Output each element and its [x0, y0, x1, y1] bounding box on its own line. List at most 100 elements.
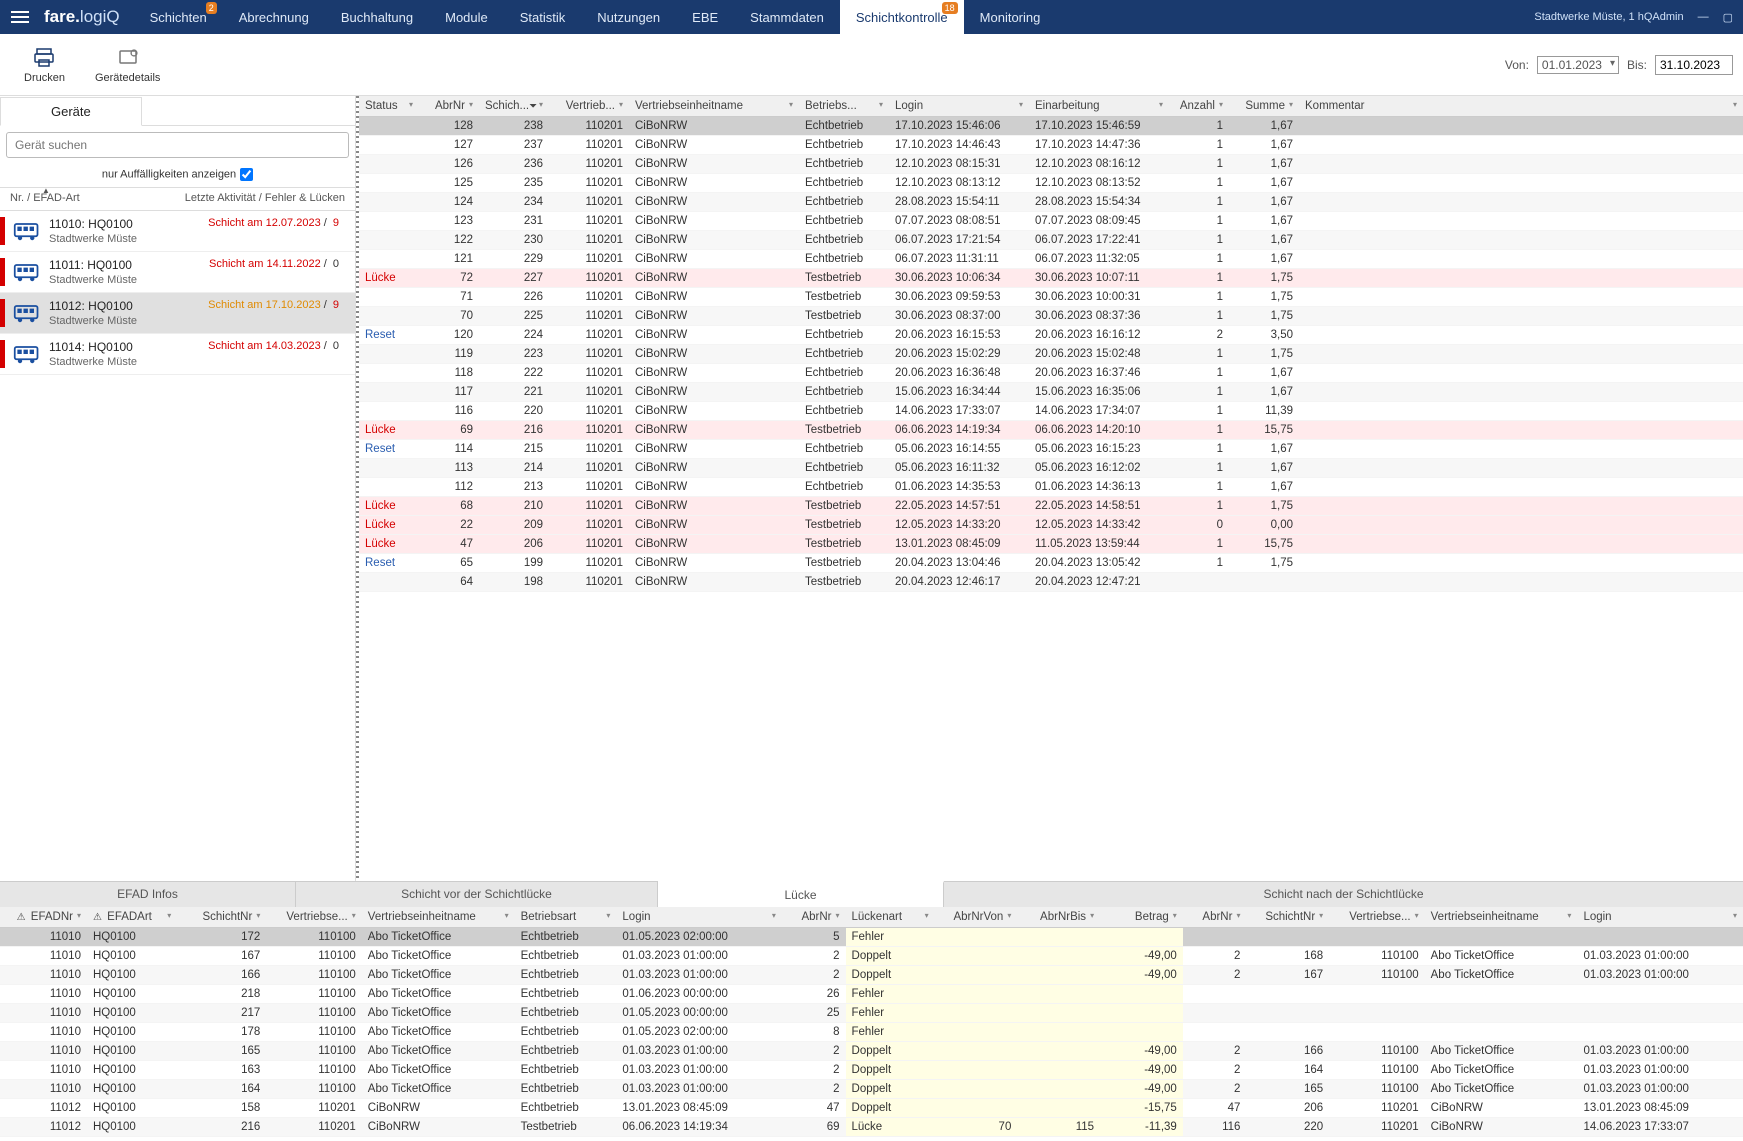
device-row[interactable]: 11012: HQ0100Stadtwerke MüsteSchicht am … [0, 293, 355, 334]
device-search-input[interactable] [6, 132, 349, 158]
to-date-input[interactable] [1655, 55, 1733, 75]
col-header[interactable]: Kommentar▾ [1299, 96, 1743, 117]
col-header[interactable]: ▾ Lückenart [846, 907, 935, 928]
col-header[interactable]: Summe▾ [1229, 96, 1299, 117]
table-row[interactable]: 11010HQ0100167110100Abo TicketOfficeEcht… [0, 947, 1743, 966]
anomalies-filter[interactable]: nur Auffälligkeiten anzeigen [0, 164, 355, 188]
top-right: Stadtwerke Müste, 1 hQAdmin — ▢ [1534, 11, 1743, 24]
col-header[interactable]: ⚠▾ EFADArt [87, 907, 177, 928]
minimize-icon[interactable]: — [1698, 11, 1709, 23]
col-header[interactable]: Einarbeitung▾ [1029, 96, 1169, 117]
maximize-icon[interactable]: ▢ [1723, 11, 1733, 24]
table-row[interactable]: 112213110201CiBoNRWEchtbetrieb01.06.2023… [359, 478, 1743, 497]
col-header[interactable]: Betriebs...▾ [799, 96, 889, 117]
col-header[interactable]: ▾ Vertriebseinheitname [1425, 907, 1578, 928]
bottom-panel: EFAD InfosSchicht vor der SchichtlückeLü… [0, 881, 1743, 1141]
col-header[interactable]: ▾ Vertriebseinheitname [362, 907, 515, 928]
col-header[interactable]: Schich...▾⏷ [479, 96, 549, 117]
table-row[interactable]: 11010HQ0100164110100Abo TicketOfficeEcht… [0, 1080, 1743, 1099]
table-row[interactable]: 11012HQ0100158110201CiBoNRWEchtbetrieb13… [0, 1099, 1743, 1118]
table-row[interactable]: 124234110201CiBoNRWEchtbetrieb28.08.2023… [359, 193, 1743, 212]
table-row[interactable]: Lücke68210110201CiBoNRWTestbetrieb22.05.… [359, 497, 1743, 516]
table-row[interactable]: 11010HQ0100165110100Abo TicketOfficeEcht… [0, 1042, 1743, 1061]
main-area: Geräte nur Auffälligkeiten anzeigen ▲ Nr… [0, 96, 1743, 881]
table-row[interactable]: 11012HQ0100216110201CiBoNRWTestbetrieb06… [0, 1118, 1743, 1137]
col-header[interactable]: Status▾ [359, 96, 419, 117]
table-row[interactable]: 127237110201CiBoNRWEchtbetrieb17.10.2023… [359, 136, 1743, 155]
device-details-button[interactable]: Gerätedetails [95, 46, 160, 84]
table-row[interactable]: 116220110201CiBoNRWEchtbetrieb14.06.2023… [359, 402, 1743, 421]
nav-buchhaltung[interactable]: Buchhaltung [325, 0, 429, 34]
nav-abrechnung[interactable]: Abrechnung [223, 0, 325, 34]
table-row[interactable]: 11010HQ0100166110100Abo TicketOfficeEcht… [0, 966, 1743, 985]
device-row[interactable]: 11010: HQ0100Stadtwerke MüsteSchicht am … [0, 211, 355, 252]
table-row[interactable]: 11010HQ0100163110100Abo TicketOfficeEcht… [0, 1061, 1743, 1080]
nav-nutzungen[interactable]: Nutzungen [581, 0, 676, 34]
col-header[interactable]: ▾ AbrNrBis [1017, 907, 1100, 928]
nav-schichten[interactable]: Schichten2 [134, 0, 223, 34]
anomalies-checkbox[interactable] [240, 168, 253, 181]
tab-devices[interactable]: Geräte [0, 97, 142, 126]
table-row[interactable]: Lücke69216110201CiBoNRWTestbetrieb06.06.… [359, 421, 1743, 440]
table-row[interactable]: Lücke47206110201CiBoNRWTestbetrieb13.01.… [359, 535, 1743, 554]
table-row[interactable]: Lücke72227110201CiBoNRWTestbetrieb30.06.… [359, 269, 1743, 288]
bus-icon [11, 340, 43, 368]
nav-statistik[interactable]: Statistik [504, 0, 582, 34]
table-row[interactable]: 122230110201CiBoNRWEchtbetrieb06.07.2023… [359, 231, 1743, 250]
col-header[interactable]: ▾ Betriebsart [515, 907, 617, 928]
from-date-select[interactable]: 01.01.2023 [1537, 56, 1619, 74]
nav-schichtkontrolle[interactable]: Schichtkontrolle18 [840, 0, 964, 34]
group-header[interactable]: Schicht vor der Schichtlücke [296, 882, 658, 907]
col-header[interactable]: ▾ SchichtNr [177, 907, 266, 928]
table-row[interactable]: 128238110201CiBoNRWEchtbetrieb17.10.2023… [359, 117, 1743, 136]
col-header[interactable]: ▾ Vertriebse... [266, 907, 361, 928]
device-row[interactable]: 11011: HQ0100Stadtwerke MüsteSchicht am … [0, 252, 355, 293]
table-row[interactable]: 119223110201CiBoNRWEchtbetrieb20.06.2023… [359, 345, 1743, 364]
nav-monitoring[interactable]: Monitoring [964, 0, 1057, 34]
nav-module[interactable]: Module [429, 0, 504, 34]
table-row[interactable]: Reset120224110201CiBoNRWEchtbetrieb20.06… [359, 326, 1743, 345]
table-row[interactable]: 113214110201CiBoNRWEchtbetrieb05.06.2023… [359, 459, 1743, 478]
col-header[interactable]: Vertriebseinheitname▾ [629, 96, 799, 117]
col-header[interactable]: ⚠▾ EFADNr [0, 907, 87, 928]
col-header[interactable]: ▾ Login [1577, 907, 1743, 928]
table-row[interactable]: 118222110201CiBoNRWEchtbetrieb20.06.2023… [359, 364, 1743, 383]
table-row[interactable]: 121229110201CiBoNRWEchtbetrieb06.07.2023… [359, 250, 1743, 269]
group-header[interactable]: Schicht nach der Schichtlücke [944, 882, 1743, 907]
device-sub: Stadtwerke Müste [49, 315, 208, 327]
col-header[interactable]: ▾ AbrNr [782, 907, 846, 928]
col-header[interactable]: Login▾ [889, 96, 1029, 117]
col-header[interactable]: ▾ Login [616, 907, 781, 928]
device-status: Schicht am 14.11.2022 / 0 [209, 258, 347, 286]
col-header[interactable]: ▾ Vertriebse... [1329, 907, 1424, 928]
col-header[interactable]: Vertrieb...▾ [549, 96, 629, 117]
col-header[interactable]: ▾ Betrag [1100, 907, 1183, 928]
table-row[interactable]: Reset65199110201CiBoNRWTestbetrieb20.04.… [359, 554, 1743, 573]
col-header[interactable]: AbrNr▾ [419, 96, 479, 117]
table-row[interactable]: 11010HQ0100172110100Abo TicketOfficeEcht… [0, 928, 1743, 947]
table-row[interactable]: 70225110201CiBoNRWTestbetrieb30.06.2023 … [359, 307, 1743, 326]
table-row[interactable]: 71226110201CiBoNRWTestbetrieb30.06.2023 … [359, 288, 1743, 307]
col-header[interactable]: ▾ AbrNrVon [935, 907, 1018, 928]
table-row[interactable]: 11010HQ0100218110100Abo TicketOfficeEcht… [0, 985, 1743, 1004]
group-header[interactable]: Lücke [658, 881, 944, 907]
col-header[interactable]: Anzahl▾ [1169, 96, 1229, 117]
table-row[interactable]: 125235110201CiBoNRWEchtbetrieb12.10.2023… [359, 174, 1743, 193]
menu-button[interactable] [0, 0, 40, 34]
table-row[interactable]: 11010HQ0100178110100Abo TicketOfficeEcht… [0, 1023, 1743, 1042]
group-header[interactable]: EFAD Infos [0, 882, 296, 907]
table-row[interactable]: 64198110201CiBoNRWTestbetrieb20.04.2023 … [359, 573, 1743, 592]
print-button[interactable]: Drucken [24, 46, 65, 84]
table-row[interactable]: 117221110201CiBoNRWEchtbetrieb15.06.2023… [359, 383, 1743, 402]
nav-ebe[interactable]: EBE [676, 0, 734, 34]
top-bar: fare.logiQ Schichten2AbrechnungBuchhaltu… [0, 0, 1743, 34]
table-row[interactable]: Reset114215110201CiBoNRWEchtbetrieb05.06… [359, 440, 1743, 459]
col-header[interactable]: ▾ AbrNr [1183, 907, 1247, 928]
device-row[interactable]: 11014: HQ0100Stadtwerke MüsteSchicht am … [0, 334, 355, 375]
col-header[interactable]: ▾ SchichtNr [1246, 907, 1329, 928]
table-row[interactable]: 126236110201CiBoNRWEchtbetrieb12.10.2023… [359, 155, 1743, 174]
nav-stammdaten[interactable]: Stammdaten [734, 0, 840, 34]
table-row[interactable]: Lücke22209110201CiBoNRWTestbetrieb12.05.… [359, 516, 1743, 535]
table-row[interactable]: 123231110201CiBoNRWEchtbetrieb07.07.2023… [359, 212, 1743, 231]
table-row[interactable]: 11010HQ0100217110100Abo TicketOfficeEcht… [0, 1004, 1743, 1023]
